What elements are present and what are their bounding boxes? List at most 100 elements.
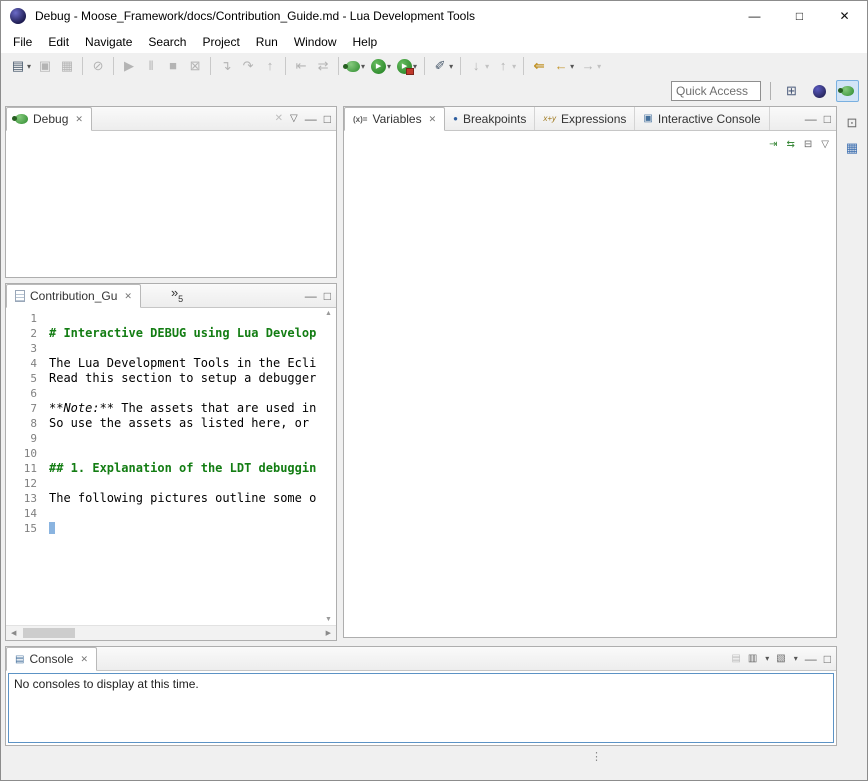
step-into-button[interactable]: ↴: [216, 55, 236, 77]
next-annotation-button[interactable]: ↓▾: [466, 55, 491, 77]
tab-contribution-guide[interactable]: Contribution_Gu ✕: [6, 284, 141, 308]
close-tab-icon[interactable]: ✕: [429, 114, 437, 125]
display-selected-console-icon[interactable]: ▥: [748, 653, 757, 664]
close-button[interactable]: ✕: [822, 1, 867, 31]
save-button[interactable]: ▣: [35, 55, 55, 77]
external-tools-button[interactable]: ▶▾: [395, 55, 419, 77]
use-step-filters-button[interactable]: ⇄: [313, 55, 333, 77]
tab-console[interactable]: ▤ Console ✕: [6, 647, 97, 671]
run-button[interactable]: ▶▾: [369, 55, 393, 77]
scroll-up-icon[interactable]: ▲: [325, 310, 332, 317]
maximize-view-icon[interactable]: □: [324, 112, 331, 126]
view-menu-icon[interactable]: ▽: [290, 113, 298, 124]
hidden-editors-chevron[interactable]: » 5: [171, 284, 183, 307]
menu-project[interactable]: Project: [194, 32, 247, 52]
open-console-icon[interactable]: ▧: [776, 653, 785, 664]
dropdown-arrow-icon[interactable]: ▾: [512, 62, 516, 71]
dropdown-arrow-icon[interactable]: ▾: [794, 654, 798, 663]
suspend-button[interactable]: ‖: [141, 55, 161, 77]
minimize-button[interactable]: —: [732, 1, 777, 31]
scroll-down-icon[interactable]: ▼: [325, 616, 332, 623]
dropdown-arrow-icon[interactable]: ▾: [765, 654, 769, 663]
debug-button[interactable]: ▾: [344, 55, 367, 77]
scrollbar-thumb[interactable]: [23, 628, 75, 638]
dropdown-arrow-icon[interactable]: ▾: [597, 62, 601, 71]
code-line[interactable]: Read this section to setup a debugger: [49, 371, 322, 386]
new-wizard-button[interactable]: ▤▾: [8, 55, 33, 77]
drop-to-frame-button[interactable]: ⇤: [291, 55, 311, 77]
remove-all-terminated-icon[interactable]: ✕: [275, 113, 283, 124]
menu-window[interactable]: Window: [286, 32, 345, 52]
maximize-button[interactable]: □: [777, 1, 822, 31]
skip-all-breakpoints-button[interactable]: ⊘: [88, 55, 108, 77]
editor-code[interactable]: # Interactive DEBUG using Lua Develop The…: [44, 308, 322, 625]
maximize-view-icon[interactable]: □: [824, 112, 831, 126]
scroll-left-icon[interactable]: ◀: [11, 629, 16, 637]
menu-file[interactable]: File: [5, 32, 40, 52]
scroll-right-icon[interactable]: ▶: [326, 629, 331, 637]
code-line[interactable]: [49, 476, 322, 491]
code-line[interactable]: [49, 431, 322, 446]
close-tab-icon[interactable]: ✕: [75, 114, 83, 125]
show-logical-structure-icon[interactable]: ⇆: [787, 139, 795, 150]
dropdown-arrow-icon[interactable]: ▾: [387, 62, 391, 71]
menu-help[interactable]: Help: [345, 32, 386, 52]
dropdown-arrow-icon[interactable]: ▾: [570, 62, 574, 71]
code-line[interactable]: The following pictures outline some o: [49, 491, 322, 506]
quick-access-input[interactable]: [671, 81, 761, 101]
code-line[interactable]: [49, 341, 322, 356]
last-edit-location-button[interactable]: ⇐: [529, 55, 549, 77]
code-line[interactable]: [49, 506, 322, 521]
tab-debug[interactable]: Debug ✕: [6, 107, 92, 131]
terminate-button[interactable]: ■: [163, 55, 183, 77]
disconnect-button[interactable]: ⊠: [185, 55, 205, 77]
code-line[interactable]: [49, 521, 322, 536]
step-over-button[interactable]: ↷: [238, 55, 258, 77]
code-line[interactable]: # Interactive DEBUG using Lua Develop: [49, 326, 322, 341]
view-menu-icon[interactable]: ▽: [821, 139, 829, 150]
code-line[interactable]: So use the assets as listed here, or: [49, 416, 322, 431]
open-console-log-icon[interactable]: ▤: [731, 653, 740, 664]
code-line[interactable]: ## 1. Explanation of the LDT debuggin: [49, 461, 322, 476]
save-all-button[interactable]: ▦: [57, 55, 77, 77]
minimize-view-icon[interactable]: —: [805, 112, 817, 126]
debug-perspective-button[interactable]: [836, 80, 859, 102]
menu-run[interactable]: Run: [248, 32, 286, 52]
step-return-button[interactable]: ↑: [260, 55, 280, 77]
tab-interactive-console[interactable]: ▣ Interactive Console: [635, 107, 769, 130]
outline-view-button[interactable]: ▦: [841, 137, 863, 159]
collapse-all-icon[interactable]: ⊟: [804, 139, 812, 150]
editor-horizontal-scrollbar[interactable]: ◀ ▶: [6, 625, 336, 640]
dropdown-arrow-icon[interactable]: ▾: [27, 62, 31, 71]
minimize-view-icon[interactable]: —: [305, 112, 317, 126]
code-line[interactable]: **Note:** The assets that are used in: [49, 401, 322, 416]
dropdown-arrow-icon[interactable]: ▾: [449, 62, 453, 71]
sash-grip-icon[interactable]: ⋮: [591, 753, 602, 762]
close-tab-icon[interactable]: ✕: [80, 654, 88, 665]
resume-button[interactable]: ▶: [119, 55, 139, 77]
back-button[interactable]: ←▾: [551, 55, 576, 77]
restore-view-button[interactable]: ⊡: [841, 112, 863, 134]
close-tab-icon[interactable]: ✕: [124, 291, 132, 302]
editor-vertical-scrollbar[interactable]: ▲ ▼: [322, 308, 336, 625]
code-line[interactable]: [49, 386, 322, 401]
search-button[interactable]: ✐▾: [430, 55, 455, 77]
code-line[interactable]: [49, 446, 322, 461]
menu-navigate[interactable]: Navigate: [77, 32, 140, 52]
menu-edit[interactable]: Edit: [40, 32, 77, 52]
maximize-view-icon[interactable]: □: [824, 652, 831, 666]
dropdown-arrow-icon[interactable]: ▾: [361, 62, 365, 71]
minimize-view-icon[interactable]: —: [305, 289, 317, 303]
show-type-names-icon[interactable]: ⇥: [769, 139, 777, 150]
menu-search[interactable]: Search: [140, 32, 194, 52]
minimize-view-icon[interactable]: —: [805, 652, 817, 666]
dropdown-arrow-icon[interactable]: ▾: [485, 62, 489, 71]
tab-variables[interactable]: (x)= Variables ✕: [344, 107, 445, 131]
code-line[interactable]: The Lua Development Tools in the Ecli: [49, 356, 322, 371]
forward-button[interactable]: →▾: [578, 55, 603, 77]
tab-breakpoints[interactable]: ● Breakpoints: [445, 107, 535, 130]
lua-perspective-button[interactable]: [808, 80, 831, 102]
maximize-view-icon[interactable]: □: [324, 289, 331, 303]
tab-expressions[interactable]: x+y Expressions: [535, 107, 635, 130]
previous-annotation-button[interactable]: ↑▾: [493, 55, 518, 77]
